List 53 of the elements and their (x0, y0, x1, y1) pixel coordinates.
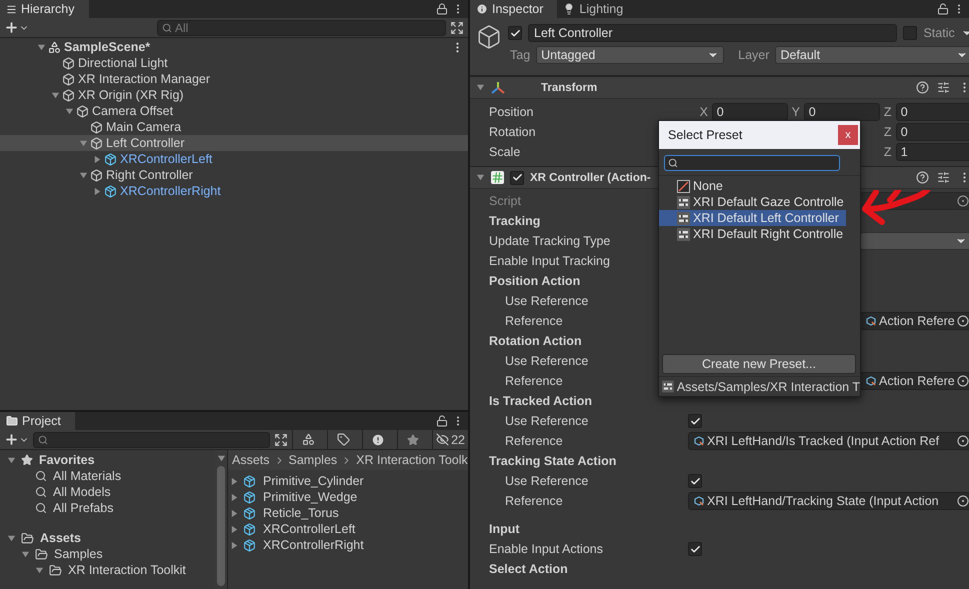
property-label: Scale (488, 145, 522, 159)
axis-label: Y (790, 105, 801, 119)
section-heading: Select Action (488, 562, 569, 576)
property-label: Reference (504, 494, 564, 508)
asset-label: Primitive_Cylinder (263, 474, 364, 488)
hierarchy-item-label: XR Interaction Manager (78, 72, 210, 86)
section-heading: Is Tracked Action (488, 394, 594, 408)
section-heading: Tracking State Action (488, 454, 618, 468)
asset-label: XRControllerLeft (263, 522, 356, 536)
property-label: Script (488, 194, 522, 208)
static-label: Static (923, 26, 955, 40)
section-heading: Input (488, 522, 521, 536)
hierarchy-item-label: Directional Light (78, 56, 168, 70)
property-label: Reference (504, 374, 564, 388)
property-label: Enable Input Actions (488, 542, 604, 556)
axis-label: Z (882, 145, 893, 159)
property-label: Position (488, 105, 534, 119)
hierarchy-item-label: Right Controller (106, 168, 193, 182)
asset-label: Reticle_Torus (263, 506, 339, 520)
property-label: Use Reference (504, 294, 590, 308)
tag-label: Tag (510, 48, 530, 62)
section-heading: Tracking (488, 214, 542, 228)
section-heading: Rotation Action (488, 334, 583, 348)
layer-label: Layer (738, 48, 770, 62)
hierarchy-item-label: Main Camera (106, 120, 182, 134)
object-field-value: XRI LeftHand/Is Tracked (Input Action Ref (707, 434, 940, 448)
dialog-title: Select Preset (668, 128, 742, 142)
section-heading: Position Action (488, 274, 582, 288)
hierarchy-item-label: XR Origin (XR Rig) (78, 88, 184, 102)
property-label: Rotation (488, 125, 537, 139)
object-field-value: XRI LeftHand/Tracking State (Input Action (707, 494, 939, 508)
component-title: XR Controller (Action- (530, 172, 651, 184)
asset-label: XRControllerRight (263, 538, 364, 552)
axis-label: Z (882, 105, 893, 119)
asset-label: Primitive_Wedge (263, 490, 358, 504)
property-label: Update Tracking Type (488, 234, 612, 248)
hierarchy-item-label: XRControllerLeft (120, 152, 212, 166)
hierarchy-item-label: Camera Offset (92, 104, 174, 118)
axis-label: X (698, 105, 709, 119)
object-field-value: Action Refere (879, 374, 955, 388)
property-label: Reference (504, 434, 564, 448)
hierarchy-item-label: SampleScene* (64, 40, 150, 54)
preset-path: Assets/Samples/XR Interaction T (676, 380, 860, 394)
property-label: Use Reference (504, 354, 590, 368)
hierarchy-item-label: XRControllerRight (120, 184, 221, 198)
property-label: Reference (504, 314, 564, 328)
property-label: Use Reference (504, 414, 590, 428)
axis-label: Z (882, 125, 893, 139)
component-title: Transform (541, 82, 598, 94)
property-label: Enable Input Tracking (488, 254, 611, 268)
hierarchy-item-label: Left Controller (106, 136, 185, 150)
object-field-value: Action Refere (879, 314, 955, 328)
property-label: Use Reference (504, 474, 590, 488)
